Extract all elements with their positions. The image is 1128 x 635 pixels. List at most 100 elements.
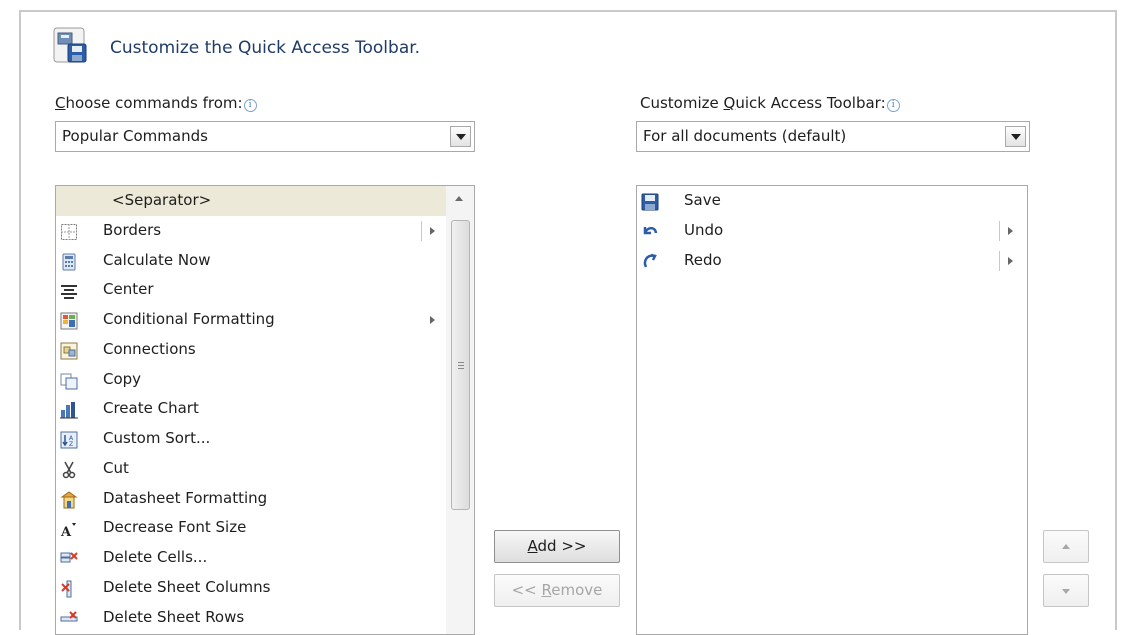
move-up-button[interactable] — [1043, 530, 1089, 563]
list-item-create-chart[interactable]: Create Chart — [56, 394, 474, 424]
customize-qat-label-prefix: Customize — [640, 94, 724, 112]
list-item-connections[interactable]: Connections — [56, 335, 474, 365]
commands-list-scrollbar[interactable] — [446, 186, 474, 634]
delete-columns-icon — [60, 579, 78, 598]
remove-label: emove — [551, 581, 603, 599]
list-item-cut[interactable]: Cut — [56, 454, 474, 484]
customize-qat-value: For all documents (default) — [643, 127, 847, 145]
list-item-decrease-font-size[interactable]: A Decrease Font Size — [56, 513, 474, 543]
page-title: Customize the Quick Access Toolbar. — [110, 38, 421, 58]
borders-icon — [60, 222, 78, 240]
remove-accel: R — [541, 581, 552, 599]
chevron-right-icon — [430, 316, 435, 324]
submenu-divider — [999, 220, 1000, 241]
list-item-redo[interactable]: Redo — [637, 246, 1027, 276]
list-item-separator[interactable]: <Separator> — [56, 186, 474, 216]
customize-qat-accel: Q — [723, 94, 736, 112]
list-item-label: Cut — [103, 458, 129, 477]
list-item-undo[interactable]: Undo — [637, 216, 1027, 246]
remove-button[interactable]: << Remove — [494, 574, 620, 607]
undo-icon — [641, 222, 659, 240]
copy-icon — [60, 371, 78, 389]
customize-qat-dropdown[interactable]: For all documents (default) — [636, 121, 1030, 152]
save-icon — [641, 192, 659, 211]
options-frame-left — [19, 10, 21, 630]
align-center-icon — [60, 281, 78, 300]
list-item-label: Connections — [103, 339, 196, 358]
toolbar-save-icon — [52, 26, 90, 66]
list-item-label: Conditional Formatting — [103, 310, 275, 328]
list-item-label: Borders — [103, 220, 162, 239]
list-item-label: Redo — [684, 250, 722, 269]
customize-qat-label-text: uick Access Toolbar: — [735, 94, 886, 112]
commands-list[interactable]: <Separator> Borders Calculate Now Center… — [55, 185, 475, 635]
info-icon[interactable]: i — [886, 99, 900, 112]
scissors-icon — [60, 460, 78, 478]
sort-icon: AZ — [60, 430, 78, 449]
list-item-label: <Separator> — [112, 191, 212, 209]
quick-access-toolbar-list[interactable]: Save Undo Redo — [636, 185, 1028, 635]
customize-qat-label: Customize Quick Access Toolbar: i — [640, 94, 900, 112]
submenu-divider — [999, 250, 1000, 271]
redo-icon — [641, 252, 659, 270]
datasheet-formatting-icon — [60, 490, 78, 508]
list-item-save[interactable]: Save — [637, 186, 1027, 216]
list-item-label: Delete Sheet Rows — [103, 607, 245, 626]
choose-commands-label-text: hoose commands from: — [65, 94, 243, 112]
chevron-right-icon — [430, 226, 435, 235]
list-item-label: Delete Sheet Columns — [103, 577, 271, 596]
scroll-up-icon[interactable] — [455, 196, 463, 201]
list-item-calculate-now[interactable]: Calculate Now — [56, 246, 474, 276]
arrow-down-icon — [1062, 589, 1070, 594]
arrow-up-icon — [1062, 544, 1070, 549]
choose-commands-dropdown[interactable]: Popular Commands — [55, 121, 475, 152]
list-item-delete-sheet-rows[interactable]: Delete Sheet Rows — [56, 603, 474, 633]
commands-list-items: <Separator> Borders Calculate Now Center… — [56, 186, 474, 632]
list-item-label: Center — [103, 280, 154, 299]
move-down-button[interactable] — [1043, 574, 1089, 607]
list-item-label: Decrease Font Size — [103, 518, 247, 537]
chevron-right-icon — [1008, 256, 1013, 265]
submenu-divider — [421, 220, 422, 241]
list-item-datasheet-formatting[interactable]: Datasheet Formatting — [56, 484, 474, 514]
remove-prefix: << — [511, 581, 542, 599]
list-item-label: Custom Sort... — [103, 429, 211, 447]
chevron-down-icon[interactable] — [1005, 126, 1026, 147]
list-item-label: Datasheet Formatting — [103, 488, 268, 507]
list-item-label: Undo — [684, 220, 724, 239]
list-item-conditional-formatting[interactable]: Conditional Formatting — [56, 305, 474, 335]
list-item-label: Create Chart — [103, 399, 199, 418]
chevron-down-icon[interactable] — [450, 126, 471, 147]
info-icon[interactable]: i — [243, 99, 257, 112]
add-button[interactable]: Add >> — [494, 530, 620, 563]
chart-icon — [60, 400, 78, 419]
list-item-label: Calculate Now — [103, 250, 211, 269]
calculator-icon — [60, 252, 78, 270]
delete-cells-icon — [60, 549, 78, 567]
list-item-borders[interactable]: Borders — [56, 216, 474, 246]
chevron-right-icon — [1008, 226, 1013, 235]
scrollbar-thumb[interactable] — [451, 220, 470, 510]
choose-commands-label: Choose commands from: i — [55, 94, 257, 112]
choose-commands-accel: C — [55, 94, 66, 112]
delete-rows-icon — [60, 609, 78, 627]
choose-commands-value: Popular Commands — [62, 127, 208, 145]
svg-text:A: A — [60, 525, 72, 538]
list-item-custom-sort[interactable]: AZ Custom Sort... — [56, 424, 474, 454]
list-item-center[interactable]: Center — [56, 275, 474, 305]
add-label: dd >> — [537, 537, 587, 555]
add-accel: A — [527, 537, 538, 555]
options-frame-right — [1115, 10, 1117, 630]
decrease-font-icon: A — [60, 519, 78, 540]
list-item-label: Save — [684, 191, 721, 209]
svg-text:Z: Z — [69, 441, 73, 448]
connections-icon — [60, 341, 78, 360]
list-item-delete-cells[interactable]: Delete Cells... — [56, 543, 474, 573]
grip-icon — [458, 362, 464, 369]
list-item-label: Copy — [103, 369, 142, 388]
options-frame-top — [19, 10, 1117, 12]
list-item-label: Delete Cells... — [103, 548, 208, 566]
list-item-copy[interactable]: Copy — [56, 365, 474, 395]
list-item-delete-sheet-columns[interactable]: Delete Sheet Columns — [56, 573, 474, 603]
conditional-formatting-icon — [60, 311, 78, 330]
